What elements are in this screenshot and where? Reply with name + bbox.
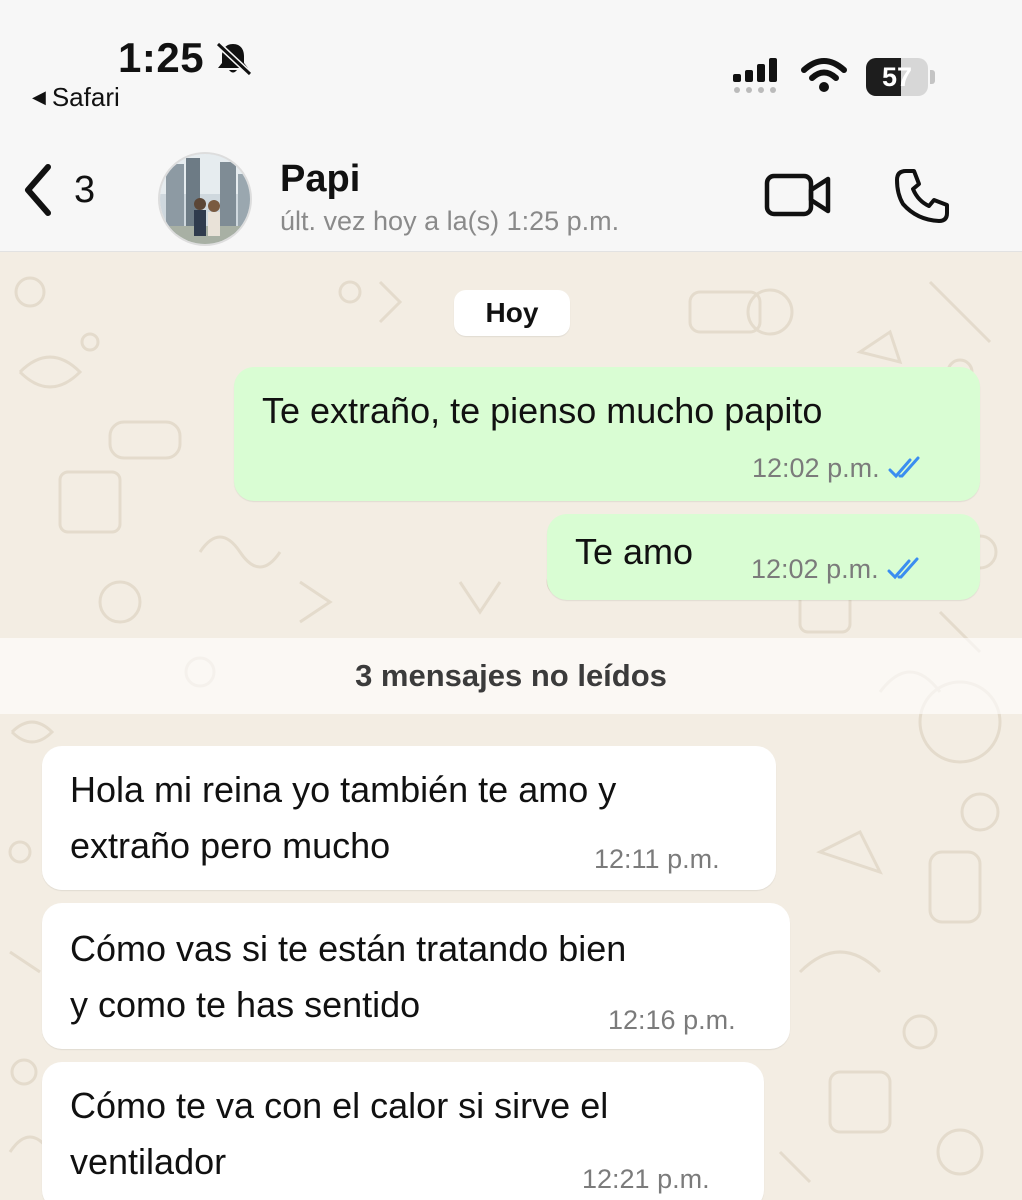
message-meta: 12:16 p.m. bbox=[608, 1003, 736, 1037]
date-chip: Hoy bbox=[454, 290, 570, 336]
message-time: 12:02 p.m. bbox=[752, 453, 880, 483]
battery-body: 57 bbox=[866, 58, 928, 96]
message-time: 12:16 p.m. bbox=[608, 1005, 736, 1035]
bell-muted-icon bbox=[215, 41, 253, 76]
signal-icon bbox=[733, 58, 777, 93]
video-call-icon[interactable] bbox=[764, 170, 832, 220]
message-meta: 12:21 p.m. bbox=[582, 1162, 710, 1196]
incoming-message[interactable]: Hola mi reina yo también te amo y extrañ… bbox=[42, 746, 776, 890]
read-receipt-icon bbox=[887, 557, 919, 580]
message-time: 12:02 p.m. bbox=[751, 554, 879, 584]
battery-cap bbox=[930, 70, 935, 84]
unread-chats-count: 3 bbox=[74, 168, 96, 211]
message-time: 12:11 p.m. bbox=[594, 844, 720, 874]
wifi-icon bbox=[801, 58, 847, 92]
back-app-label: Safari bbox=[51, 82, 120, 112]
outgoing-message[interactable]: Te extraño, te pienso mucho papito 12:02… bbox=[234, 367, 980, 501]
clock-time: 1:25 bbox=[118, 34, 205, 81]
message-text: Te extraño, te pienso mucho papito bbox=[262, 390, 823, 431]
contact-name[interactable]: Papi bbox=[280, 158, 360, 201]
avatar[interactable] bbox=[158, 152, 252, 246]
chat-header: 3 Papi últ. vez hoy a la(s) 1:25 p.m. bbox=[0, 130, 1022, 252]
unread-messages-banner: 3 mensajes no leídos bbox=[0, 638, 1022, 714]
status-bar: 1:25 ◀ Safari 57 bbox=[0, 0, 1022, 130]
message-meta: 12:02 p.m. bbox=[752, 451, 926, 485]
message-text: Hola mi reina yo también te amo y extrañ… bbox=[70, 769, 617, 866]
battery-percent: 57 bbox=[881, 62, 913, 92]
message-meta: 12:02 p.m. bbox=[751, 552, 925, 586]
incoming-message[interactable]: Cómo te va con el calor si sirve el vent… bbox=[42, 1062, 764, 1200]
back-to-safari[interactable]: ◀ Safari bbox=[32, 82, 120, 113]
message-meta: 12:11 p.m. bbox=[594, 842, 720, 876]
message-time: 12:21 p.m. bbox=[582, 1164, 710, 1194]
incoming-message[interactable]: Cómo vas si te están tratando bien y com… bbox=[42, 903, 790, 1049]
chevron-left-icon bbox=[25, 164, 51, 216]
phone-call-icon[interactable] bbox=[892, 166, 952, 226]
chat-area[interactable]: Hoy Te extraño, te pienso mucho papito 1… bbox=[0, 252, 1022, 1200]
outgoing-message[interactable]: Te amo 12:02 p.m. bbox=[547, 514, 980, 600]
avatar-photo bbox=[160, 154, 250, 244]
message-text: Te amo bbox=[575, 531, 694, 572]
back-button[interactable]: 3 bbox=[20, 160, 95, 220]
battery-indicator: 57 bbox=[866, 58, 936, 96]
back-triangle-icon: ◀ bbox=[32, 87, 46, 107]
message-text: Cómo vas si te están tratando bien y com… bbox=[70, 928, 627, 1025]
read-receipt-icon bbox=[888, 456, 920, 479]
last-seen-status: últ. vez hoy a la(s) 1:25 p.m. bbox=[280, 206, 620, 236]
message-text: Cómo te va con el calor si sirve el vent… bbox=[70, 1085, 609, 1182]
